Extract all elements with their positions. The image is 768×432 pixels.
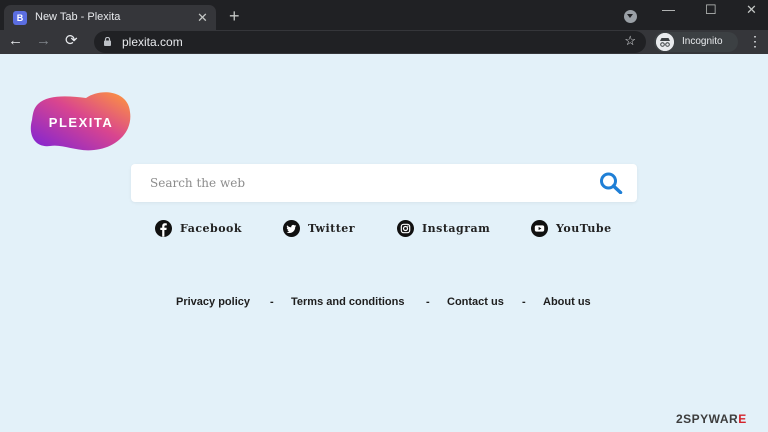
close-tab-icon[interactable]: ✕ — [197, 10, 208, 26]
social-link-facebook[interactable]: Facebook — [155, 219, 243, 237]
tab-strip: B New Tab - Plexita ✕ + — ☐ ✕ — [0, 0, 768, 32]
browser-tab[interactable]: B New Tab - Plexita ✕ — [4, 5, 216, 32]
search-icon[interactable] — [599, 172, 623, 194]
tab-search-icon[interactable] — [624, 10, 637, 23]
close-window-button[interactable]: ✕ — [746, 2, 757, 18]
terms-conditions-link[interactable]: Terms and conditions — [291, 296, 404, 308]
incognito-label: Incognito — [682, 36, 723, 47]
social-label-facebook: Facebook — [180, 221, 243, 235]
plexita-logo: PLEXITA — [30, 90, 132, 152]
privacy-policy-link[interactable]: Privacy policy — [176, 296, 250, 308]
search-box — [131, 164, 637, 202]
watermark-suffix: E — [738, 412, 747, 426]
footer-separator: - — [426, 296, 430, 308]
lock-icon — [104, 37, 111, 46]
forward-button[interactable]: → — [36, 32, 51, 50]
favicon-icon: B — [13, 11, 27, 25]
browser-toolbar: ← → ⟳ plexita.com ☆ Incognito ⋮ — [0, 30, 768, 54]
maximize-button[interactable]: ☐ — [705, 2, 717, 18]
about-us-link[interactable]: About us — [543, 296, 591, 308]
back-button[interactable]: ← — [8, 32, 23, 50]
social-label-youtube: YouTube — [556, 221, 612, 235]
facebook-icon — [155, 219, 172, 237]
watermark-brand: 2SPYWAR — [676, 412, 739, 426]
browser-menu-icon[interactable]: ⋮ — [748, 33, 762, 49]
tab-title: New Tab - Plexita — [35, 11, 121, 23]
footer-separator: - — [522, 296, 526, 308]
social-link-instagram[interactable]: Instagram — [397, 219, 491, 237]
bookmark-star-icon[interactable]: ☆ — [624, 33, 636, 49]
logo-text: PLEXITA — [48, 115, 114, 130]
search-input[interactable] — [141, 171, 571, 195]
contact-us-link[interactable]: Contact us — [447, 296, 504, 308]
new-tab-button[interactable]: + — [229, 6, 240, 26]
address-bar[interactable]: plexita.com ☆ — [94, 31, 646, 53]
social-label-twitter: Twitter — [308, 221, 356, 235]
youtube-icon — [531, 219, 548, 237]
footer-separator: - — [270, 296, 274, 308]
watermark: 2SPYWARE — [676, 412, 747, 426]
instagram-icon — [397, 219, 414, 237]
twitter-icon — [283, 219, 300, 237]
social-link-youtube[interactable]: YouTube — [531, 219, 612, 237]
address-url: plexita.com — [122, 35, 183, 49]
incognito-profile-button[interactable]: Incognito — [654, 32, 738, 52]
incognito-icon — [656, 33, 674, 51]
social-link-twitter[interactable]: Twitter — [283, 219, 356, 237]
minimize-button[interactable]: — — [662, 2, 675, 18]
social-label-instagram: Instagram — [422, 221, 491, 235]
reload-button[interactable]: ⟳ — [65, 32, 78, 50]
